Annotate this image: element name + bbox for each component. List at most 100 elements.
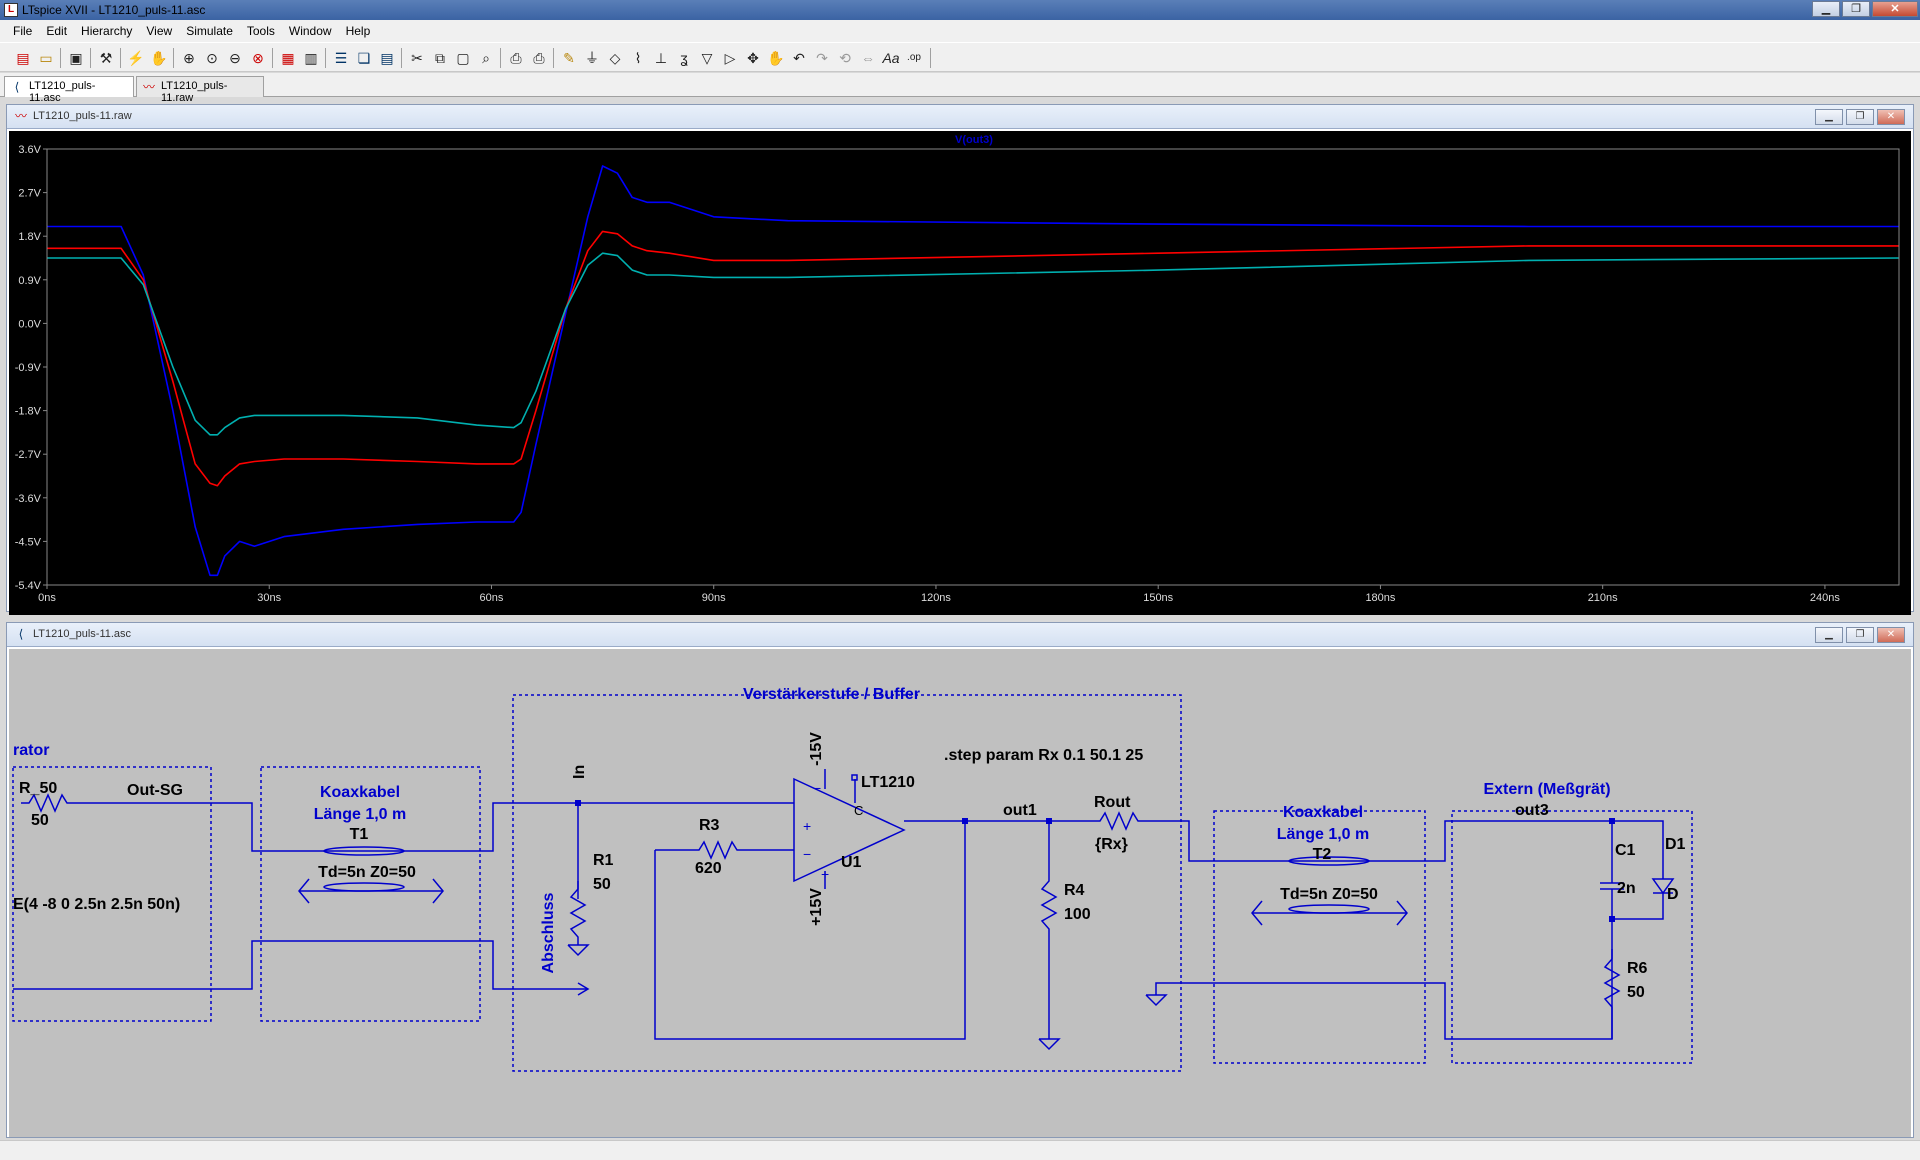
c1-value[interactable]: 2n [1617, 880, 1636, 897]
ground-icon[interactable]: ⏚ [583, 49, 601, 67]
menu-view[interactable]: View [139, 24, 179, 38]
trace-line-1[interactable] [47, 165, 1899, 577]
pulse-source-value[interactable]: E(4 -8 0 2.5n 2.5n 50n) [13, 896, 180, 913]
capacitor-icon[interactable]: ⊥ [652, 49, 670, 67]
undo-icon[interactable]: ↶ [790, 49, 808, 67]
ground-symbol [567, 944, 590, 957]
rout-value[interactable]: {Rx} [1095, 836, 1128, 853]
r3-name[interactable]: R3 [699, 817, 720, 834]
trace-line-2[interactable] [47, 230, 1899, 487]
out-sg-label[interactable]: Out-SG [127, 782, 183, 799]
r1-value[interactable]: 50 [593, 876, 611, 893]
c1-name[interactable]: C1 [1615, 842, 1636, 859]
r50-value[interactable]: 50 [31, 812, 49, 829]
component-icon[interactable]: ▷ [721, 49, 739, 67]
run-icon[interactable]: ⚡ [127, 49, 145, 67]
menu-tools[interactable]: Tools [240, 24, 282, 38]
cut-icon[interactable]: ✂ [408, 49, 426, 67]
new-schematic-icon[interactable]: ▤ [14, 49, 32, 67]
save-icon[interactable]: ▣ [67, 49, 85, 67]
zoom-in-icon[interactable]: ⊕ [180, 49, 198, 67]
step-directive[interactable]: .step param Rx 0.1 50.1 25 [944, 747, 1143, 764]
d1-name[interactable]: D1 [1665, 836, 1686, 853]
r4-name[interactable]: R4 [1064, 882, 1085, 899]
r50-resistor[interactable] [21, 793, 73, 813]
tab-schematic[interactable]: ⟨ LT1210_puls-11.asc [4, 76, 134, 104]
t1-params[interactable]: Td=5n Z0=50 [318, 864, 416, 881]
halt-icon[interactable]: ✋ [150, 49, 168, 67]
find-icon[interactable]: ⌕ [477, 49, 495, 67]
zoom-fit-icon[interactable]: ⊗ [249, 49, 267, 67]
trace-label[interactable]: V(out3) [955, 134, 993, 146]
mirror-icon[interactable]: ⇔ [859, 49, 877, 67]
drag-icon[interactable]: ✋ [767, 49, 785, 67]
schematic-canvas[interactable]: rator Verstärkerstufe / Buffer Koaxkabel… [9, 649, 1911, 1137]
grid-icon[interactable]: ▥ [302, 49, 320, 67]
y-tick-label: 0.9V [18, 275, 41, 287]
maximize-button[interactable]: ❐ [1842, 1, 1870, 17]
out3-net-label[interactable]: out3 [1515, 802, 1549, 819]
menu-simulate[interactable]: Simulate [179, 24, 240, 38]
move-icon[interactable]: ✥ [744, 49, 762, 67]
text-icon[interactable]: Aa [882, 49, 900, 67]
extern-block[interactable] [1451, 810, 1693, 1064]
plot-area[interactable]: V(out3) 3.6V 2.7V 1.8V 0.9V 0.0V -0.9V -1.8V -2… [9, 131, 1911, 615]
restore-button[interactable]: ❐ [1846, 109, 1874, 125]
wire-icon[interactable]: ✎ [560, 49, 578, 67]
diode-icon[interactable]: ▽ [698, 49, 716, 67]
resistor-icon[interactable]: ⌇ [629, 49, 647, 67]
u1-name[interactable]: U1 [841, 854, 862, 871]
generator-block[interactable] [12, 766, 212, 1022]
in-net-label[interactable]: In [571, 765, 588, 779]
menu-hierarchy[interactable]: Hierarchy [74, 24, 139, 38]
y-tick-label: 3.6V [18, 144, 41, 156]
restore-button[interactable]: ❐ [1846, 627, 1874, 643]
rotate-icon[interactable]: ⟲ [836, 49, 854, 67]
tile-horizontal-icon[interactable]: ☰ [332, 49, 350, 67]
rout-name[interactable]: Rout [1094, 794, 1131, 811]
pos-supply-label[interactable]: +15V [808, 888, 825, 926]
out1-net-label[interactable]: out1 [1003, 802, 1037, 819]
menu-help[interactable]: Help [339, 24, 378, 38]
inductor-icon[interactable]: ʓ [675, 49, 693, 67]
zoom-out-icon[interactable]: ⊖ [226, 49, 244, 67]
t1-name[interactable]: T1 [350, 826, 369, 843]
minimize-button[interactable]: ▁ [1812, 1, 1840, 17]
cascade-icon[interactable]: ❏ [355, 49, 373, 67]
open-folder-icon[interactable]: ▭ [37, 49, 55, 67]
label-net-icon[interactable]: ◇ [606, 49, 624, 67]
r3-value[interactable]: 620 [695, 860, 722, 877]
tab-waveform[interactable]: 〰 LT1210_puls-11.raw [136, 76, 264, 104]
menu-window[interactable]: Window [282, 24, 339, 38]
redo-icon[interactable]: ↷ [813, 49, 831, 67]
r6-name[interactable]: R6 [1627, 960, 1648, 977]
t2-params[interactable]: Td=5n Z0=50 [1280, 886, 1378, 903]
pan-icon[interactable]: ⊙ [203, 49, 221, 67]
d1-value[interactable]: D [1667, 886, 1679, 903]
waveform-chart[interactable]: V(out3) 3.6V 2.7V 1.8V 0.9V 0.0V -0.9V -1.8V -2… [9, 131, 1911, 613]
trace-line-3[interactable] [47, 252, 1900, 436]
control-panel-icon[interactable]: ⚒ [97, 49, 115, 67]
close-button[interactable]: ✕ [1877, 109, 1905, 125]
schematic-window: ⟨ LT1210_puls-11.asc ▁ ❐ ✕ rator Verstär… [6, 622, 1914, 1138]
r4-value[interactable]: 100 [1064, 906, 1091, 923]
r50-name[interactable]: R_50 [19, 780, 57, 797]
spice-directive-icon[interactable]: .op [905, 49, 923, 67]
minimize-button[interactable]: ▁ [1815, 627, 1843, 643]
opamp-model-label[interactable]: LT1210 [861, 774, 915, 791]
menu-edit[interactable]: Edit [39, 24, 74, 38]
copy-icon[interactable]: ⧉ [431, 49, 449, 67]
r1-name[interactable]: R1 [593, 852, 614, 869]
t2-name[interactable]: T2 [1313, 846, 1332, 863]
neg-supply-label[interactable]: -15V [808, 732, 825, 766]
print-preview-icon[interactable]: ⎙ [507, 49, 525, 67]
paste-icon[interactable]: ▢ [454, 49, 472, 67]
print-icon[interactable]: ⎙ [530, 49, 548, 67]
close-button[interactable]: ✕ [1877, 627, 1905, 643]
menu-file[interactable]: File [6, 24, 39, 38]
r6-value[interactable]: 50 [1627, 984, 1645, 1001]
autorange-icon[interactable]: ▦ [279, 49, 297, 67]
tile-vertical-icon[interactable]: ▤ [378, 49, 396, 67]
minimize-button[interactable]: ▁ [1815, 109, 1843, 125]
close-button[interactable]: ✕ [1872, 1, 1918, 17]
